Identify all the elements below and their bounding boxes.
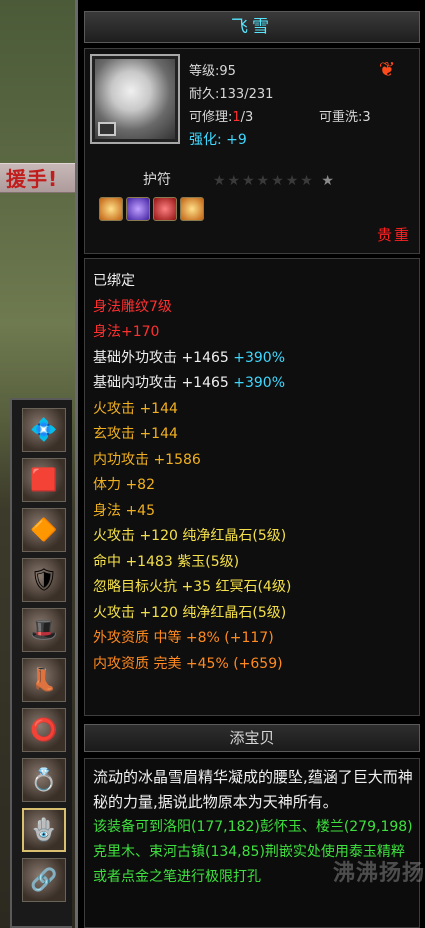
jewel-icon[interactable]: 💠 (22, 408, 66, 452)
item-icon (90, 54, 180, 144)
bound-status: 已绑定 (93, 273, 135, 289)
amulet-icon[interactable]: 🪬 (22, 808, 66, 852)
bangle-icon[interactable]: 💍 (22, 758, 66, 802)
repair-total: /3 (240, 110, 254, 125)
gem-socket-icon[interactable] (126, 197, 150, 221)
item-repair: 可修理:1/3 (189, 106, 253, 125)
star-dim-icon: ★★★★★★★ (213, 173, 315, 189)
armor-icon[interactable]: 🛡 (22, 558, 66, 602)
attr-line: 身法 +45 (93, 502, 155, 519)
ring-icon[interactable]: 🟥 (22, 458, 66, 502)
item-tooltip-panel: 飞雪 等级:95 耐久:133/231 可修理:1/3 可重洗:3 强化: +9… (75, 0, 425, 928)
int-attack-pct: +390% (233, 375, 286, 391)
gem-line: 火攻击 +120 纯净红晶石(5级) (93, 604, 287, 621)
bound-lock-icon (98, 122, 116, 136)
boots-icon[interactable]: 👢 (22, 658, 66, 702)
enhance-label: 强化: (189, 132, 222, 148)
enhance-value: +9 (226, 132, 247, 148)
attr-line: 体力 +82 (93, 477, 155, 493)
item-type: 护符 (143, 172, 171, 188)
item-enhance: 强化: +9 (189, 129, 247, 149)
item-rewash: 可重洗:3 (319, 110, 371, 125)
description-text: 流动的冰晶雪眉精华凝成的腰坠,蕴涵了巨大而神秘的力量,据说此物原本为天神所有。 (93, 768, 413, 811)
attr-line: 内功攻击 +1586 (93, 451, 201, 468)
engrave-line: 身法雕纹7级 (93, 298, 172, 315)
item-level: 等级:95 (189, 64, 236, 79)
gem-sockets (99, 197, 204, 221)
aptitude-line: 外攻资质 中等 +8% (+117) (93, 630, 274, 646)
engrave-bonus: 身法+170 (93, 324, 160, 340)
item-description: 流动的冰晶雪眉精华凝成的腰坠,蕴涵了巨大而神秘的力量,据说此物原本为天神所有。 … (84, 758, 420, 928)
attr-line: 火攻击 +144 (93, 400, 178, 417)
bracer-icon[interactable]: 🔶 (22, 508, 66, 552)
int-attack-line: 基础内功攻击 +1465 +390% (93, 371, 419, 397)
aptitude-line: 内攻资质 完美 +45% (+659) (93, 655, 283, 672)
flame-emblem-icon: ❦ (378, 57, 396, 81)
hat-icon[interactable]: 🎩 (22, 608, 66, 652)
item-quality: 贵重 (376, 226, 411, 244)
item-attributes: 已绑定 身法雕纹7级 身法+170 基础外功攻击 +1465 +390% 基础内… (84, 258, 420, 716)
pendant-icon[interactable]: 🔗 (22, 858, 66, 902)
belt-icon[interactable]: ⭕ (22, 708, 66, 752)
star-lit-icon: ★ (321, 173, 336, 189)
ext-attack: 基础外功攻击 +1465 (93, 349, 229, 366)
ext-attack-pct: +390% (233, 349, 286, 366)
repair-label: 可修理: (189, 110, 233, 125)
item-header: 等级:95 耐久:133/231 可修理:1/3 可重洗:3 强化: +9 ❦ … (84, 48, 420, 254)
treasure-button[interactable]: 添宝贝 (84, 724, 420, 752)
int-attack: 基础内功攻击 +1465 (93, 375, 229, 391)
gem-socket-icon[interactable] (99, 197, 123, 221)
equipment-slot-column: 💠 🟥 🔶 🛡 🎩 👢 ⭕ 💍 🪬 🔗 (10, 398, 72, 928)
gem-line: 火攻击 +120 纯净红晶石(5级) (93, 528, 287, 544)
star-rating: ★★★★★★★ ★ (213, 173, 336, 189)
repair-current: 1 (232, 110, 241, 125)
gem-socket-icon[interactable] (180, 197, 204, 221)
ext-attack-line: 基础外功攻击 +1465 +390% (93, 346, 419, 372)
attr-line: 玄攻击 +144 (93, 426, 178, 442)
gem-line: 命中 +1483 紫玉(5级) (93, 553, 240, 570)
helper-banner: 援手! (0, 163, 78, 193)
item-durability: 耐久:133/231 (189, 87, 274, 102)
gem-line: 忽略目标火抗 +35 红冥石(4级) (93, 579, 292, 595)
gem-socket-icon[interactable] (153, 197, 177, 221)
watermark: 沸沸扬扬 (333, 861, 425, 886)
item-name: 飞雪 (84, 11, 420, 43)
